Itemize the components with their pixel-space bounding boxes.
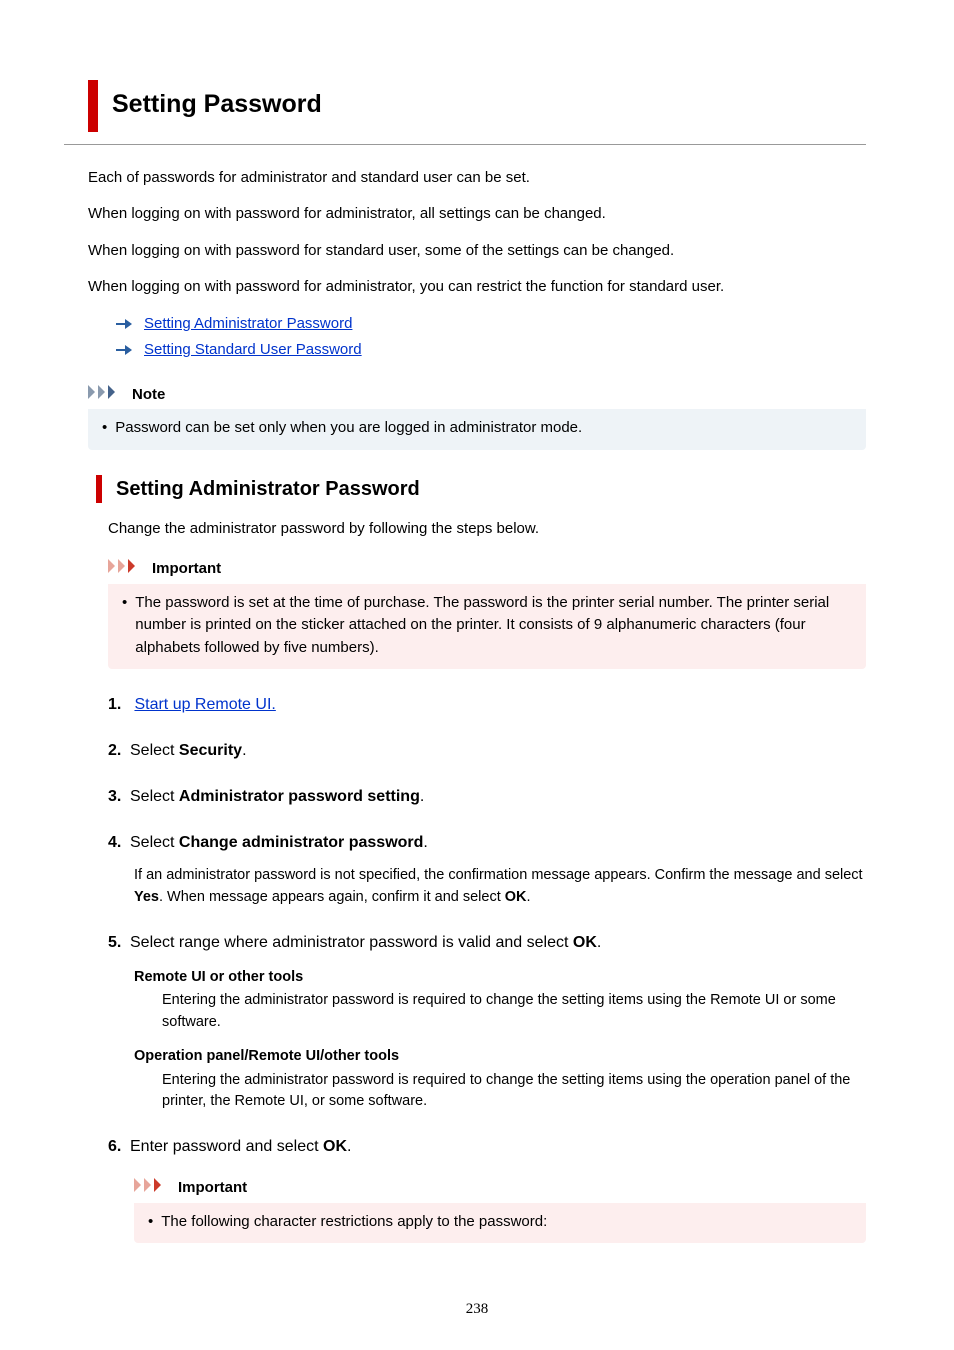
setting-standard-user-password-link[interactable]: Setting Standard User Password (144, 339, 362, 362)
section-heading-block: Setting Administrator Password (96, 474, 866, 504)
chevrons-right-icon (108, 558, 144, 581)
step-text: Select range where administrator passwor… (130, 934, 601, 951)
important-title: Important (152, 558, 221, 581)
step-2: 2.Select Security. (108, 739, 866, 763)
note-callout: Note • Password can be set only when you… (88, 380, 866, 450)
bullet-dot: • (122, 592, 127, 660)
step-text: Select Change administrator password. (130, 834, 428, 851)
note-title: Note (132, 384, 165, 407)
step-body: If an administrator password is not spec… (134, 865, 866, 909)
step-4: 4.Select Change administrator password. … (108, 831, 866, 909)
section-title: Setting Administrator Password (116, 474, 420, 504)
step-number: 1. (108, 693, 130, 717)
bullet-dot: • (148, 1211, 153, 1234)
steps-list: 1. Start up Remote UI. 2.Select Security… (108, 693, 866, 1243)
definition-body: Entering the administrator password is r… (162, 1070, 866, 1114)
chevrons-right-icon (134, 1177, 170, 1200)
step-number: 3. (108, 785, 130, 809)
step-text: Select Administrator password setting. (130, 788, 424, 805)
important-heading: Important (108, 554, 866, 584)
step-6: 6.Enter password and select OK. Importan… (108, 1135, 866, 1243)
title-underline (64, 144, 866, 145)
definition-body: Entering the administrator password is r… (162, 990, 866, 1034)
bullet-dot: • (102, 417, 107, 440)
note-heading: Note (88, 380, 866, 410)
intro-paragraph: Each of passwords for administrator and … (88, 167, 866, 190)
intro-paragraph: When logging on with password for standa… (88, 240, 866, 263)
note-text: Password can be set only when you are lo… (115, 417, 582, 440)
step-text: Select Security. (130, 742, 247, 759)
definition-term: Remote UI or other tools (134, 967, 866, 989)
link-list: Setting Administrator Password Setting S… (116, 313, 866, 362)
arrow-right-icon (116, 318, 132, 330)
page-number: 238 (0, 1298, 954, 1321)
step-1: 1. Start up Remote UI. (108, 693, 866, 717)
important-heading: Important (134, 1173, 866, 1203)
important-callout: Important • The following character rest… (134, 1173, 866, 1243)
intro-paragraph: When logging on with password for admini… (88, 203, 866, 226)
step-number: 5. (108, 931, 130, 955)
heading-accent-bar (96, 475, 102, 503)
note-item: • Password can be set only when you are … (102, 417, 852, 440)
step-3: 3.Select Administrator password setting. (108, 785, 866, 809)
link-list-item: Setting Standard User Password (116, 339, 866, 362)
step-text: Enter password and select OK. (130, 1138, 351, 1155)
important-item: • The following character restrictions a… (148, 1211, 852, 1234)
link-list-item: Setting Administrator Password (116, 313, 866, 336)
step-5: 5.Select range where administrator passw… (108, 931, 866, 1114)
step-number: 6. (108, 1135, 130, 1159)
important-text: The following character restrictions app… (161, 1211, 547, 1234)
important-item: • The password is set at the time of pur… (122, 592, 852, 660)
step-number: 4. (108, 831, 130, 855)
section-lead: Change the administrator password by fol… (108, 518, 866, 541)
important-title: Important (178, 1177, 247, 1200)
step-number: 2. (108, 739, 130, 763)
arrow-right-icon (116, 344, 132, 356)
intro-paragraph: When logging on with password for admini… (88, 276, 866, 299)
page-title-block: Setting Password (88, 80, 866, 132)
important-callout: Important • The password is set at the t… (108, 554, 866, 669)
important-text: The password is set at the time of purch… (135, 592, 852, 660)
definition-term: Operation panel/Remote UI/other tools (134, 1046, 866, 1068)
page-title: Setting Password (112, 90, 322, 118)
setting-admin-password-link[interactable]: Setting Administrator Password (144, 313, 352, 336)
chevrons-right-icon (88, 384, 124, 407)
start-remote-ui-link[interactable]: Start up Remote UI. (134, 696, 275, 713)
